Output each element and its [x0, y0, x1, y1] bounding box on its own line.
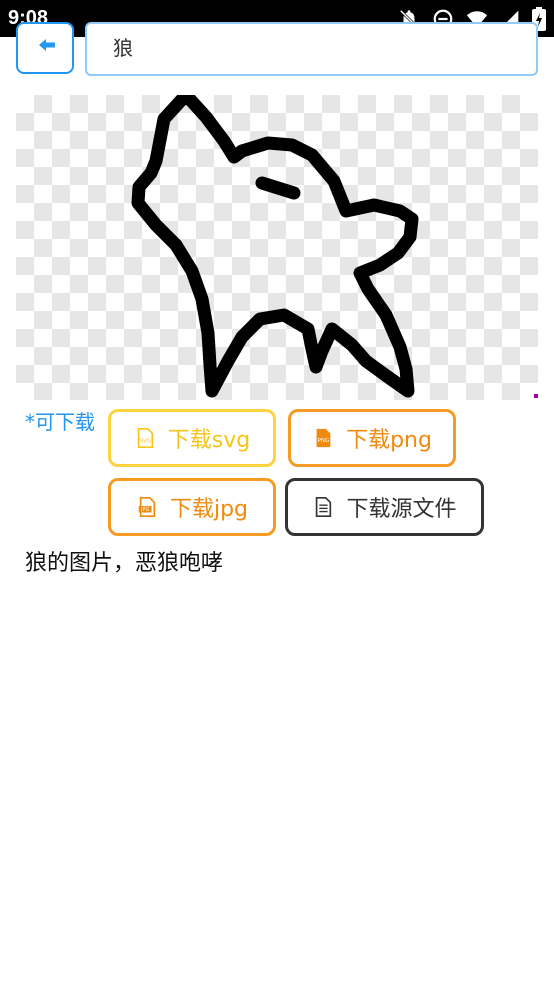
svg-text:PNG: PNG: [318, 438, 330, 444]
downloadable-label: *可下载: [25, 410, 95, 434]
search-input[interactable]: [113, 34, 513, 58]
download-source-button[interactable]: 下载源文件: [285, 478, 484, 536]
download-jpg-label: 下载jpg: [169, 497, 249, 522]
back-button[interactable]: [16, 22, 74, 74]
download-svg-label: 下载svg: [167, 428, 251, 453]
wolf-image: [131, 95, 419, 398]
png-file-icon: PNG: [316, 428, 331, 448]
download-source-label: 下载源文件: [346, 497, 457, 522]
search-field[interactable]: [85, 22, 538, 76]
download-png-button[interactable]: PNG 下载png: [288, 409, 456, 467]
svg-file-icon: SVG: [137, 428, 153, 448]
svg-text:JPG: JPG: [140, 507, 150, 513]
image-preview: [16, 95, 538, 400]
download-png-label: 下载png: [346, 428, 432, 453]
image-description: 狼的图片，恶狼咆哮: [25, 551, 224, 576]
download-jpg-button[interactable]: JPG 下载jpg: [108, 478, 276, 536]
document-icon: [316, 497, 332, 517]
corner-marker: [534, 394, 538, 398]
back-arrow-icon: [39, 39, 55, 51]
svg-text:SVG: SVG: [139, 439, 151, 445]
jpg-file-icon: JPG: [138, 497, 156, 517]
download-svg-button[interactable]: SVG 下载svg: [108, 409, 276, 467]
